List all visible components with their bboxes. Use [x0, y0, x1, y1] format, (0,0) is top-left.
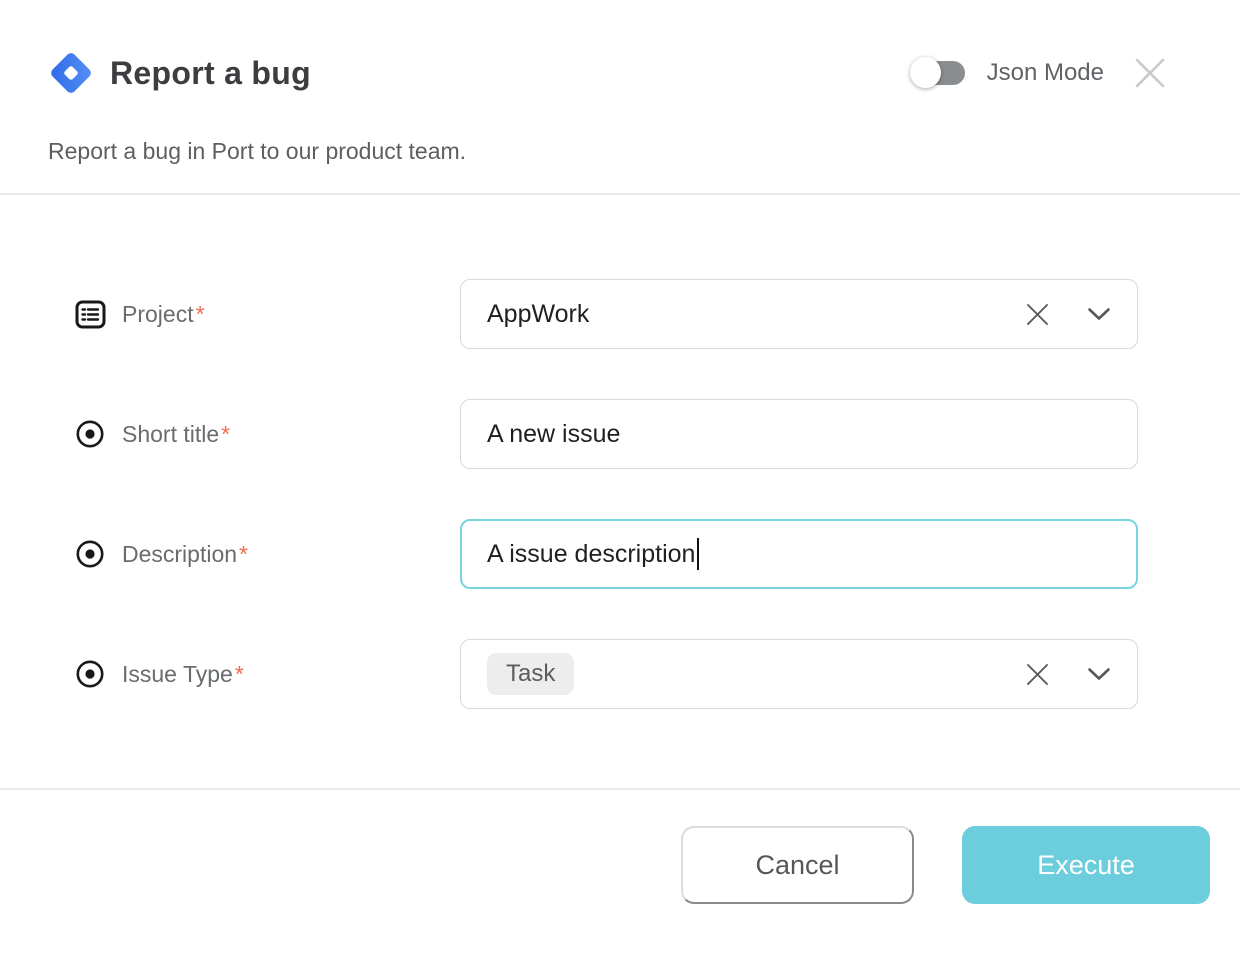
header-top-row: Report a bug Json Mode: [48, 50, 1170, 96]
issue-type-select[interactable]: Task: [460, 639, 1138, 709]
record-icon: [75, 540, 106, 569]
modal-subtitle: Report a bug in Port to our product team…: [48, 138, 1170, 165]
form-field-project: Project * AppWork: [0, 279, 1240, 349]
issue-type-chip: Task: [487, 653, 574, 695]
modal-header: Report a bug Json Mode Report a bug in P…: [0, 0, 1240, 165]
clear-icon[interactable]: [1024, 661, 1051, 688]
form-field-description: Description * A issue description: [0, 519, 1240, 589]
project-label-cell: Project *: [75, 300, 460, 329]
text-caret: [697, 538, 699, 570]
field-label-description: Description: [122, 541, 237, 568]
field-label-issue-type: Issue Type: [122, 661, 233, 688]
chevron-down-icon[interactable]: [1087, 307, 1111, 321]
action-form: Project * AppWork Short ti: [0, 195, 1240, 709]
json-mode-label: Json Mode: [987, 59, 1104, 87]
clear-icon[interactable]: [1024, 301, 1051, 328]
project-select-value: AppWork: [487, 300, 1014, 329]
short-title-input-value: A new issue: [487, 420, 1111, 449]
list-icon: [75, 300, 106, 329]
short-title-label-cell: Short title *: [75, 420, 460, 449]
chevron-down-icon[interactable]: [1087, 667, 1111, 681]
jira-icon: [48, 50, 94, 96]
modal-footer: Cancel Execute: [0, 790, 1240, 904]
execute-button[interactable]: Execute: [962, 826, 1210, 904]
field-label-short-title: Short title: [122, 421, 219, 448]
toggle-knob: [910, 57, 941, 88]
required-asterisk: *: [235, 661, 244, 688]
issue-type-label-cell: Issue Type *: [75, 660, 460, 689]
required-asterisk: *: [221, 421, 230, 448]
record-icon: [75, 660, 106, 689]
field-label-project: Project: [122, 301, 194, 328]
required-asterisk: *: [196, 301, 205, 328]
close-icon[interactable]: [1130, 53, 1170, 93]
description-label-cell: Description *: [75, 540, 460, 569]
json-mode-toggle[interactable]: [919, 61, 965, 85]
page-title: Report a bug: [110, 55, 311, 92]
form-field-issue-type: Issue Type * Task: [0, 639, 1240, 709]
description-input-value: A issue description: [487, 540, 695, 569]
description-input[interactable]: A issue description: [460, 519, 1138, 589]
record-icon: [75, 420, 106, 449]
project-select[interactable]: AppWork: [460, 279, 1138, 349]
required-asterisk: *: [239, 541, 248, 568]
short-title-input[interactable]: A new issue: [460, 399, 1138, 469]
header-actions: Json Mode: [919, 53, 1170, 93]
cancel-button[interactable]: Cancel: [681, 826, 914, 904]
form-field-short-title: Short title * A new issue: [0, 399, 1240, 469]
